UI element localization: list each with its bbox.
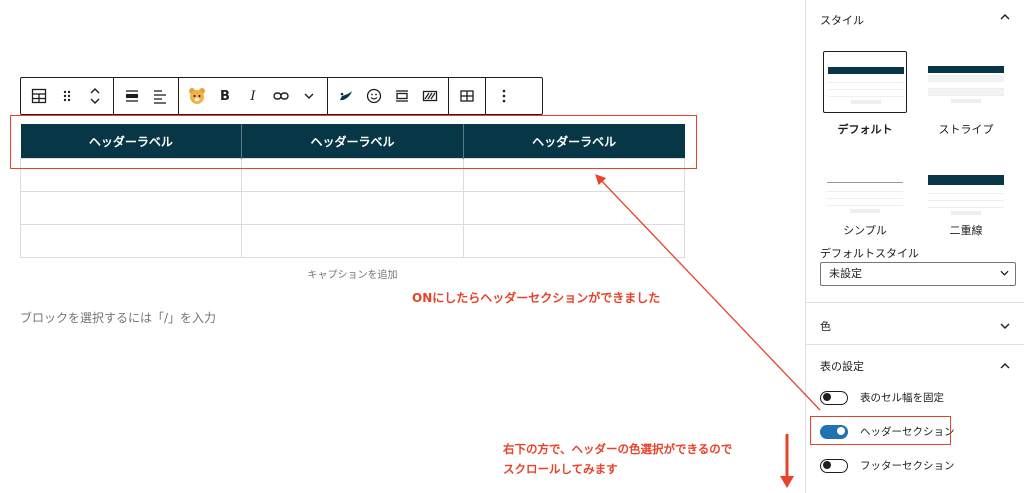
table-cell[interactable] [19,224,243,258]
default-style-select[interactable]: 未設定 [820,262,1016,286]
link-icon[interactable] [267,78,295,114]
toolbar-group-block [21,78,114,114]
default-style-label: デフォルトスタイル [820,247,919,260]
toggle-label: 表のセル幅を固定 [860,392,944,404]
style-label-default: デフォルト [837,123,893,136]
style-preview [928,175,1004,215]
table-cell[interactable] [462,224,686,258]
annotation-note-1: ONにしたらヘッダーセクションができました [412,291,661,305]
style-preview [827,175,903,213]
italic-button[interactable]: I [239,78,267,114]
chevron-up-icon[interactable] [1000,359,1010,372]
style-label-stripe: ストライプ [938,123,994,136]
table-block-icon[interactable] [25,78,53,114]
table-row [19,224,686,258]
toolbar-group-insert [328,78,449,114]
editor-canvas: B I ヘッダーラベル ヘッダーラベル ヘッダーラベル キャプションを追加 ブロ… [0,0,805,493]
footer-section-toggle[interactable] [820,458,848,473]
wide-width-icon[interactable] [388,78,416,114]
chevron-down-icon [1000,263,1009,285]
toolbar-group-align [114,78,179,114]
annotation-note-2-line-1: 右下の方で、ヘッダーの色選択ができるので [503,442,733,456]
style-section-title[interactable]: スタイル [820,12,864,28]
style-label-double: 二重線 [949,224,983,237]
style-option-simple[interactable] [823,160,907,222]
color-section-title[interactable]: 色 [820,318,831,334]
more-options-icon[interactable] [490,78,518,114]
style-preview [928,66,1004,103]
text-align-icon[interactable] [146,78,174,114]
toggle-highlight-box [810,416,951,445]
bear-plugin-icon[interactable] [183,78,211,114]
chevron-down-icon[interactable] [1000,319,1010,332]
divider [806,302,1024,303]
toolbar-group-table [449,78,486,114]
chevron-down-icon[interactable] [295,78,323,114]
chevron-up-icon[interactable] [1000,10,1010,23]
fixed-width-toggle[interactable] [820,390,848,405]
table-cell[interactable] [241,224,464,258]
toggle-row-footer-section: フッターセクション [820,458,955,473]
annotation-note-2-line-2: スクロールしてみます [503,462,618,476]
divider [806,344,1024,345]
block-appender-placeholder[interactable]: ブロックを選択するには「/」を入力 [20,309,216,326]
caption-input[interactable]: キャプションを追加 [20,266,685,281]
toggle-row-fixed-width: 表のセル幅を固定 [820,390,944,405]
emoji-icon[interactable] [360,78,388,114]
move-up-down-icon[interactable] [81,78,109,114]
toggle-label: フッターセクション [860,460,955,472]
bold-button[interactable]: B [211,78,239,114]
style-option-default[interactable] [823,51,907,113]
table-cell[interactable] [241,191,464,225]
default-style-value: 未設定 [829,267,862,280]
table-cell[interactable] [19,191,243,225]
annotation-note-2: 右下の方で、ヘッダーの色選択ができるので スクロールしてみます [503,439,732,479]
block-align-icon[interactable] [118,78,146,114]
full-width-icon[interactable] [416,78,444,114]
header-highlight-box [10,115,697,169]
drag-handle-icon[interactable] [53,78,81,114]
table-settings-section-title[interactable]: 表の設定 [820,358,864,374]
style-label-simple: シンプル [843,224,887,237]
block-toolbar: B I [20,77,543,115]
table-row [19,191,686,225]
table-cell[interactable] [462,191,686,225]
style-option-stripe[interactable] [924,51,1008,113]
highlighter-icon[interactable] [332,78,360,114]
style-option-double[interactable] [924,160,1008,222]
style-preview [828,67,904,104]
edit-table-icon[interactable] [453,78,481,114]
toolbar-group-format: B I [179,78,328,114]
toolbar-group-options [486,78,522,114]
